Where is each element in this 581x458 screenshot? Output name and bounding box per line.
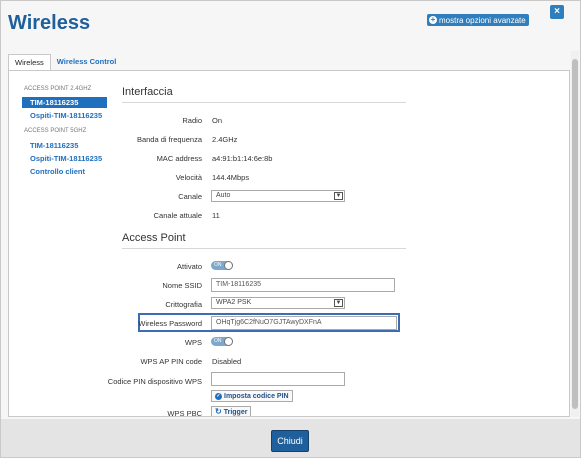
mac-label: MAC address (156, 154, 202, 163)
channel-select-value: Auto (216, 192, 231, 199)
wps-toggle[interactable]: ON (211, 337, 233, 346)
ssid-input[interactable]: TIM-18116235 (211, 278, 395, 292)
close-button[interactable]: Chiudi (271, 430, 309, 452)
section-title-access-point: Access Point (122, 232, 186, 244)
enabled-toggle[interactable]: ON (211, 261, 233, 270)
band-value: 2.4GHz (212, 135, 238, 144)
speed-value: 144.4Mbps (212, 173, 250, 182)
wps-pin-value: Disabled (212, 357, 242, 366)
current-channel-value: 11 (212, 211, 220, 220)
wps-toggle-state: ON (214, 338, 222, 344)
set-pin-label: Imposta codice PIN (224, 392, 289, 400)
current-channel-label: Canale attuale (153, 211, 202, 220)
dialog-title: Wireless (8, 12, 91, 34)
pin-device-label: Codice PIN dispositivo WPS (107, 377, 202, 386)
set-pin-button[interactable]: ✓ Imposta codice PIN (211, 390, 293, 402)
ssid-label: Nome SSID (162, 281, 202, 290)
sidebar-heading-24ghz: ACCESS POINT 2.4GHZ (24, 86, 92, 92)
pin-device-input[interactable] (211, 372, 345, 386)
radio-value: On (212, 116, 223, 125)
password-label: Wireless Password (138, 319, 202, 328)
wps-pin-label: WPS AP PIN code (140, 357, 202, 366)
close-icon[interactable]: × (550, 5, 564, 19)
refresh-icon: ↻ (215, 407, 222, 416)
mac-value: a4:91:b1:14:6e:8b (212, 154, 273, 163)
section-title-interfaccia: Interfaccia (122, 86, 173, 98)
show-advanced-button[interactable]: + mostra opzioni avanzate (427, 14, 529, 26)
chevron-down-icon: ▼ (334, 299, 343, 307)
tab-wireless[interactable]: Wireless (8, 54, 51, 71)
wps-label: WPS (184, 338, 202, 347)
divider (122, 102, 406, 103)
chevron-down-icon: ▼ (334, 192, 343, 200)
wireless-dialog: Wireless + mostra opzioni avanzate × Wir… (0, 0, 581, 458)
toggle-knob (224, 337, 233, 346)
tab-content: ACCESS POINT 2.4GHZ TIM-18116235 Ospiti-… (8, 70, 570, 417)
radio-label: Radio (182, 116, 202, 125)
plus-circle-icon: + (429, 15, 437, 24)
password-input[interactable]: OHqTjg6C2fNuO7GJTAwyDXFnA (211, 316, 397, 330)
channel-label: Canale (178, 192, 202, 201)
toggle-knob (224, 261, 233, 270)
crypto-select[interactable]: WPA2 PSK ▼ (211, 297, 345, 309)
divider (122, 248, 406, 249)
check-circle-icon: ✓ (215, 392, 222, 400)
tab-wireless-control[interactable]: Wireless Control (51, 54, 123, 71)
band-label: Banda di frequenza (136, 135, 202, 144)
trigger-label: Trigger (223, 408, 248, 416)
sidebar-heading-5ghz: ACCESS POINT 5GHZ (24, 128, 87, 134)
tab-bar: Wireless Wireless Control (8, 54, 122, 71)
wps-pbc-label: WPS PBC (167, 409, 202, 417)
dialog-header: Wireless + mostra opzioni avanzate × (1, 1, 580, 45)
enabled-toggle-state: ON (214, 262, 222, 268)
show-advanced-label: mostra opzioni avanzate (439, 15, 526, 25)
trigger-button[interactable]: ↻ Trigger (211, 406, 252, 416)
enabled-label: Attivato (176, 262, 202, 271)
speed-label: Velocità (175, 173, 202, 182)
sidebar-item-ap24-main[interactable]: TIM-18116235 (22, 97, 107, 108)
crypto-select-value: WPA2 PSK (216, 299, 252, 306)
channel-select[interactable]: Auto ▼ (211, 190, 345, 202)
scrollbar-thumb[interactable] (572, 59, 578, 409)
crypto-label: Crittografia (165, 300, 202, 309)
